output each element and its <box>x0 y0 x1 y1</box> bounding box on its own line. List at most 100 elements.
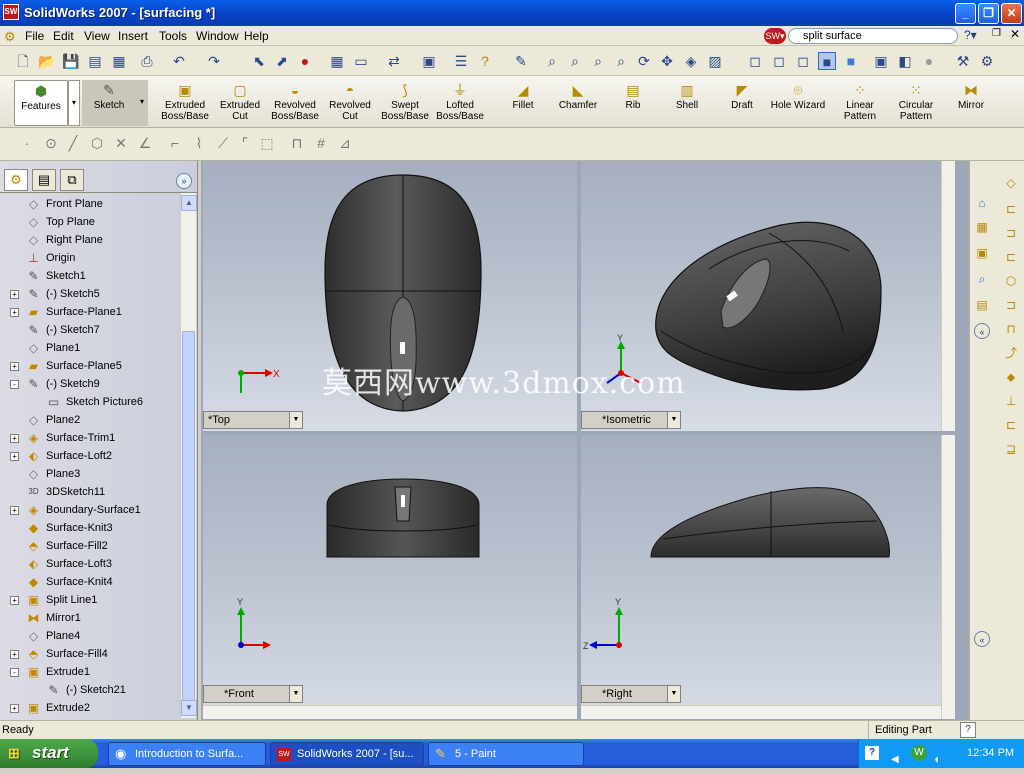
menu-insert[interactable]: Insert <box>118 28 148 44</box>
viewport-front[interactable]: Y *Front ▼ <box>203 435 577 719</box>
draft-button[interactable]: ◤ Draft <box>720 80 764 126</box>
wireframe-icon[interactable]: ◻ <box>746 52 764 70</box>
view-dropdown-icon[interactable]: ▼ <box>667 686 680 702</box>
select-filter-icon[interactable]: ⬈ <box>273 52 291 70</box>
menu-view[interactable]: View <box>84 28 110 44</box>
swap-icon[interactable]: ⇄ <box>385 52 403 70</box>
standard-views-icon[interactable]: ▨ <box>706 52 724 70</box>
tree-item[interactable]: ✎ (-) Sketch21 <box>0 681 180 699</box>
measure-icon[interactable]: ✎ <box>512 52 530 70</box>
tree-item[interactable]: ⧓ Mirror1 <box>0 609 180 627</box>
graphics-area[interactable]: X *Top ▼ Y *Isometric ▼ Y *Front ▼ Y Z *… <box>201 161 969 720</box>
offset-surface-icon[interactable]: ⊐ <box>1003 297 1019 313</box>
tree-item[interactable]: ⬖ Surface-Loft3 <box>0 555 180 573</box>
menu-tools[interactable]: Tools <box>159 28 187 44</box>
view-label-isometric[interactable]: *Isometric ▼ <box>581 411 681 429</box>
home-icon[interactable]: ⌂ <box>974 195 990 211</box>
rectangle-icon[interactable]: ⬚ <box>258 134 276 152</box>
restore-button[interactable]: ❐ <box>978 3 999 24</box>
feature-tree-scrollbar[interactable]: ▲ ▼ <box>180 193 197 718</box>
knit-surface-icon[interactable]: ⊥ <box>1003 393 1019 409</box>
taskbar-button-solidworks[interactable]: SW SolidWorks 2007 - [su... <box>270 742 424 766</box>
redo-icon[interactable]: ↷ <box>205 52 223 70</box>
viewport-scrollbar-right[interactable] <box>941 161 955 431</box>
tree-item[interactable]: ◇ Plane3 <box>0 465 180 483</box>
expand-icon[interactable]: + <box>10 434 19 443</box>
view-label-top[interactable]: *Top ▼ <box>203 411 303 429</box>
feature-tree-tab[interactable]: ⚙ <box>4 169 28 191</box>
perspective-icon[interactable]: ● <box>920 52 938 70</box>
lofted-boss-button[interactable]: ⏚ Lofted Boss/Base <box>434 80 486 126</box>
shell-button[interactable]: ▥ Shell <box>666 80 708 126</box>
revolved-surface-icon[interactable]: ⊏ <box>1003 201 1019 217</box>
viewport-right[interactable]: Y Z *Right ▼ <box>581 435 955 719</box>
expand-icon[interactable]: + <box>10 362 19 371</box>
open-icon[interactable]: 📂 <box>38 52 56 70</box>
rib-button[interactable]: ▤ Rib <box>612 80 654 126</box>
lofted-surface-icon[interactable]: ⊏ <box>1003 249 1019 265</box>
pan-icon[interactable]: ✥ <box>658 52 676 70</box>
menu-file[interactable]: File <box>25 28 44 44</box>
configuration-manager-tab[interactable]: ⧉ <box>60 169 84 191</box>
expand-panel-icon[interactable]: » <box>176 173 192 189</box>
sketch-dropdown[interactable]: ▾ <box>136 80 148 126</box>
features-tab[interactable]: ⬢ Features <box>14 80 68 126</box>
shadows-icon[interactable]: ▣ <box>872 52 890 70</box>
menu-edit[interactable]: Edit <box>53 28 74 44</box>
collapse-pane-icon[interactable]: « <box>974 323 990 339</box>
mirror-button[interactable]: ⧓ Mirror <box>950 80 992 126</box>
help-search-icon[interactable]: ?▾ <box>964 28 977 42</box>
help-tray-icon[interactable]: ? <box>865 746 879 760</box>
corner-icon[interactable]: ⌜ <box>236 134 254 152</box>
view-orientation-icon[interactable]: ◈ <box>682 52 700 70</box>
search-pane-icon[interactable]: ⌕ <box>974 271 990 287</box>
viewport-scrollbar-bottom[interactable] <box>581 705 941 719</box>
tree-item[interactable]: + ⬘ Surface-Fill4 <box>0 645 180 663</box>
select-icon[interactable]: ⬉ <box>250 52 268 70</box>
circular-pattern-button[interactable]: ⁙ Circular Pattern <box>890 80 942 126</box>
doc-restore-icon[interactable]: ❐ <box>992 28 1001 39</box>
tree-item[interactable]: - ▣ Extrude1 <box>0 663 180 681</box>
view-dropdown-icon[interactable]: ▼ <box>289 686 302 702</box>
extruded-cut-button[interactable]: ▢ Extruded Cut <box>214 80 266 126</box>
shaded-edges-icon[interactable]: ■ <box>818 52 836 70</box>
minimize-button[interactable]: _ <box>955 3 976 24</box>
undo-icon[interactable]: ↶ <box>170 52 188 70</box>
collapse-icon[interactable]: - <box>10 380 19 389</box>
view-palette-icon[interactable]: ▤ <box>974 297 990 313</box>
features-dropdown[interactable]: ▾ <box>68 80 80 126</box>
sketch-grid-icon[interactable]: # <box>312 134 330 152</box>
tree-item[interactable]: ▭ Sketch Picture6 <box>0 393 180 411</box>
options-icon[interactable]: ▦ <box>110 52 128 70</box>
search-icon[interactable]: SW▾ <box>764 28 786 44</box>
construction-icon[interactable]: ⟋ <box>214 134 232 152</box>
expand-icon[interactable]: + <box>10 308 19 317</box>
tray-arrow-icon[interactable]: ◀ <box>891 746 899 774</box>
taskbar-button-browser[interactable]: ◉ Introduction to Surfa... <box>108 742 266 766</box>
linear-pattern-button[interactable]: ⁘ Linear Pattern <box>836 80 884 126</box>
help-icon[interactable]: ? <box>476 52 494 70</box>
tree-item[interactable]: ✎ Sketch1 <box>0 267 180 285</box>
rebuild-icon[interactable]: ● <box>296 52 314 70</box>
untrim-surface-icon[interactable]: ⊏ <box>1003 417 1019 433</box>
expand-icon[interactable]: + <box>10 596 19 605</box>
new-icon[interactable]: 🗋 <box>14 52 32 70</box>
zoom-selection-icon[interactable]: ⌕ <box>612 52 630 70</box>
scroll-thumb[interactable] <box>182 331 195 703</box>
print-icon[interactable]: ▤ <box>86 52 104 70</box>
view-label-front[interactable]: *Front ▼ <box>203 685 303 703</box>
tree-item[interactable]: ◆ Surface-Knit3 <box>0 519 180 537</box>
tree-item[interactable]: + ◈ Surface-Trim1 <box>0 429 180 447</box>
tree-item[interactable]: + ◈ Boundary-Surface1 <box>0 501 180 519</box>
swept-boss-button[interactable]: ⟆ Swept Boss/Base <box>378 80 432 126</box>
trim-surface-icon[interactable]: ⬥ <box>1003 369 1019 385</box>
taskbar-button-paint[interactable]: ✎ 5 - Paint <box>428 742 584 766</box>
tree-item[interactable]: ✎ (-) Sketch7 <box>0 321 180 339</box>
zoom-in-icon[interactable]: ⌕ <box>589 52 607 70</box>
tree-item[interactable]: ◇ Plane1 <box>0 339 180 357</box>
hole-wizard-button[interactable]: ⌾ Hole Wizard <box>770 80 826 126</box>
polygon-icon[interactable]: ⬡ <box>88 134 106 152</box>
extruded-surface-icon[interactable]: ◇ <box>1003 175 1019 191</box>
rotate-icon[interactable]: ⟳ <box>635 52 653 70</box>
collapse-icon[interactable]: - <box>10 668 19 677</box>
